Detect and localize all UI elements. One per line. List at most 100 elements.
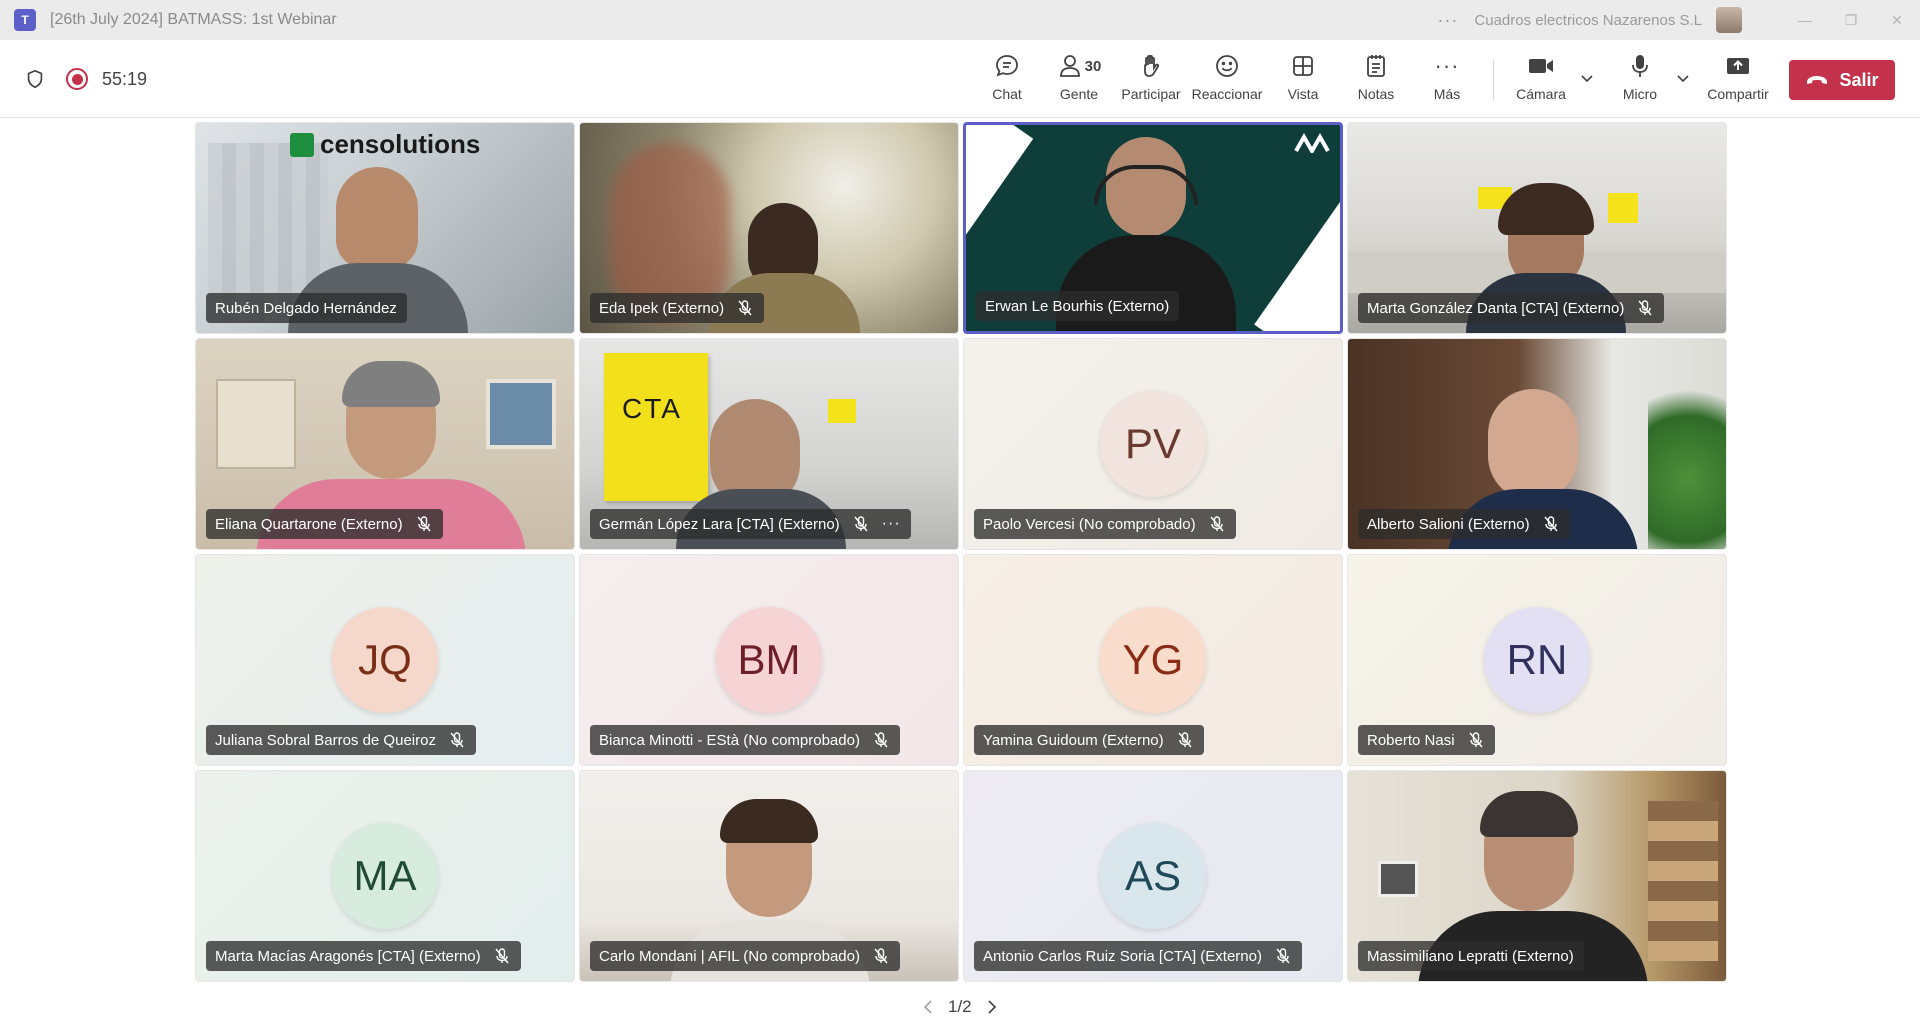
close-icon[interactable]: ✕: [1874, 0, 1920, 40]
grid-pager: 1/2: [918, 992, 1002, 1022]
cta-sign: CTA: [604, 353, 708, 501]
notes-icon: [1367, 55, 1385, 77]
participant-name-label: Juliana Sobral Barros de Queiroz: [206, 725, 476, 755]
participant-tile[interactable]: JQ Juliana Sobral Barros de Queiroz: [195, 554, 575, 766]
camera-icon: [1529, 59, 1553, 73]
leave-button[interactable]: Salir: [1789, 60, 1895, 100]
share-button[interactable]: Compartir: [1707, 50, 1769, 112]
chat-icon: [996, 55, 1018, 77]
participant-avatar: MA: [332, 823, 438, 929]
participant-name-label: Bianca Minotti - EStà (No comprobado): [590, 725, 900, 755]
chat-button[interactable]: Chat: [990, 50, 1024, 112]
mic-muted-icon: [738, 300, 752, 316]
mic-muted-icon: [1276, 948, 1290, 964]
participant-avatar: RN: [1484, 607, 1590, 713]
mic-options-chevron-icon[interactable]: [1676, 74, 1690, 84]
brand-logo-icon: [1294, 132, 1330, 156]
participant-name-label: Marta Macías Aragonés [CTA] (Externo): [206, 941, 521, 971]
participant-more-icon[interactable]: ···: [882, 515, 901, 533]
more-button[interactable]: ··· Más: [1432, 50, 1462, 112]
background-shape: [966, 125, 1034, 238]
participant-name-label: Eliana Quartarone (Externo): [206, 509, 443, 539]
participant-tile[interactable]: Marta González Danta [CTA] (Externo): [1347, 122, 1727, 334]
background-sign: [1608, 193, 1638, 223]
participant-grid: censolutions Rubén Delgado Hernández Eda…: [195, 122, 1727, 982]
recording-icon: [66, 68, 88, 90]
user-avatar[interactable]: [1716, 7, 1742, 33]
participant-name-label: Erwan Le Bourhis (Externo): [976, 291, 1180, 321]
participant-tile[interactable]: Eliana Quartarone (Externo): [195, 338, 575, 550]
view-label: Vista: [1287, 86, 1319, 102]
react-icon: [1216, 55, 1238, 77]
participant-name-label: Antonio Carlos Ruiz Soria [CTA] (Externo…: [974, 941, 1302, 971]
participant-tile[interactable]: MA Marta Macías Aragonés [CTA] (Externo): [195, 770, 575, 982]
participant-tile[interactable]: Massimiliano Lepratti (Externo): [1347, 770, 1727, 982]
camera-options-chevron-icon[interactable]: [1580, 74, 1594, 84]
camera-label: Cámara: [1516, 86, 1566, 102]
participant-name-label: Carlo Mondani | AFIL (No comprobado): [590, 941, 900, 971]
view-button[interactable]: Vista: [1286, 50, 1320, 112]
raise-hand-button[interactable]: Participar: [1120, 50, 1182, 112]
participant-name-label: Germán López Lara [CTA] (Externo) ···: [590, 509, 911, 539]
participant-tile[interactable]: YG Yamina Guidoum (Externo): [963, 554, 1343, 766]
chat-label: Chat: [992, 86, 1022, 102]
mic-muted-icon: [450, 732, 464, 748]
mic-muted-icon: [417, 516, 431, 532]
participant-name-label: Marta González Danta [CTA] (Externo): [1358, 293, 1665, 323]
hang-up-icon: [1807, 76, 1828, 84]
next-page-icon[interactable]: [982, 999, 1002, 1015]
mic-muted-icon: [1210, 516, 1224, 532]
organization-name[interactable]: Cuadros electricos Nazarenos S.L: [1474, 12, 1702, 29]
people-count: 30: [1084, 57, 1102, 75]
mic-muted-icon: [1178, 732, 1192, 748]
participant-tile[interactable]: Alberto Salioni (Externo): [1347, 338, 1727, 550]
participant-tile[interactable]: censolutions Rubén Delgado Hernández: [195, 122, 575, 334]
background-bookshelf: [1648, 801, 1718, 961]
previous-page-icon[interactable]: [918, 999, 938, 1015]
minimize-icon[interactable]: —: [1782, 0, 1828, 40]
notes-label: Notas: [1357, 86, 1395, 102]
camera-button[interactable]: Cámara: [1516, 50, 1566, 112]
participant-name-label: Massimiliano Lepratti (Externo): [1358, 941, 1584, 971]
mic-muted-icon: [874, 732, 888, 748]
background-sign: [828, 399, 856, 423]
react-label: Reaccionar: [1191, 86, 1263, 102]
participant-tile[interactable]: CTA Germán López Lara [CTA] (Externo) ··…: [579, 338, 959, 550]
background-painting: [486, 379, 556, 449]
mic-muted-icon: [1469, 732, 1483, 748]
people-icon: [1059, 55, 1080, 77]
shield-icon[interactable]: [24, 68, 46, 90]
participant-avatar: AS: [1100, 823, 1206, 929]
participant-tile[interactable]: AS Antonio Carlos Ruiz Soria [CTA] (Exte…: [963, 770, 1343, 982]
title-more-icon[interactable]: ···: [1437, 10, 1458, 31]
participant-tile-active-speaker[interactable]: Erwan Le Bourhis (Externo): [963, 122, 1343, 334]
participant-tile[interactable]: Carlo Mondani | AFIL (No comprobado): [579, 770, 959, 982]
participant-name-label: Paolo Vercesi (No comprobado): [974, 509, 1236, 539]
participant-tile[interactable]: RN Roberto Nasi: [1347, 554, 1727, 766]
people-button[interactable]: 30 Gente: [1056, 50, 1102, 112]
participant-tile[interactable]: BM Bianca Minotti - EStà (No comprobado): [579, 554, 959, 766]
participant-name-label: Yamina Guidoum (Externo): [974, 725, 1204, 755]
react-button[interactable]: Reaccionar: [1192, 50, 1262, 112]
company-logo: censolutions: [290, 129, 480, 160]
raise-hand-icon: [1144, 54, 1160, 77]
restore-icon[interactable]: ❐: [1828, 0, 1874, 40]
participant-tile[interactable]: Eda Ipek (Externo): [579, 122, 959, 334]
view-grid-icon: [1293, 56, 1313, 76]
participant-tile[interactable]: PV Paolo Vercesi (No comprobado): [963, 338, 1343, 550]
mic-muted-icon: [854, 516, 868, 532]
notes-button[interactable]: Notas: [1356, 50, 1396, 112]
participant-name-label: Rubén Delgado Hernández: [206, 293, 407, 323]
participant-avatar: BM: [716, 607, 822, 713]
participant-hair: [720, 799, 818, 843]
leave-label: Salir: [1839, 69, 1879, 90]
background-shape: [1254, 201, 1340, 331]
mic-button[interactable]: Micro: [1620, 50, 1660, 112]
background-frame: [1378, 861, 1418, 897]
people-label: Gente: [1059, 86, 1099, 102]
more-icon: ···: [1434, 53, 1460, 78]
participant-name-label: Eda Ipek (Externo): [590, 293, 765, 323]
participant-name-label: Roberto Nasi: [1358, 725, 1495, 755]
participant-hair: [1498, 183, 1594, 235]
mic-label: Micro: [1622, 86, 1658, 102]
